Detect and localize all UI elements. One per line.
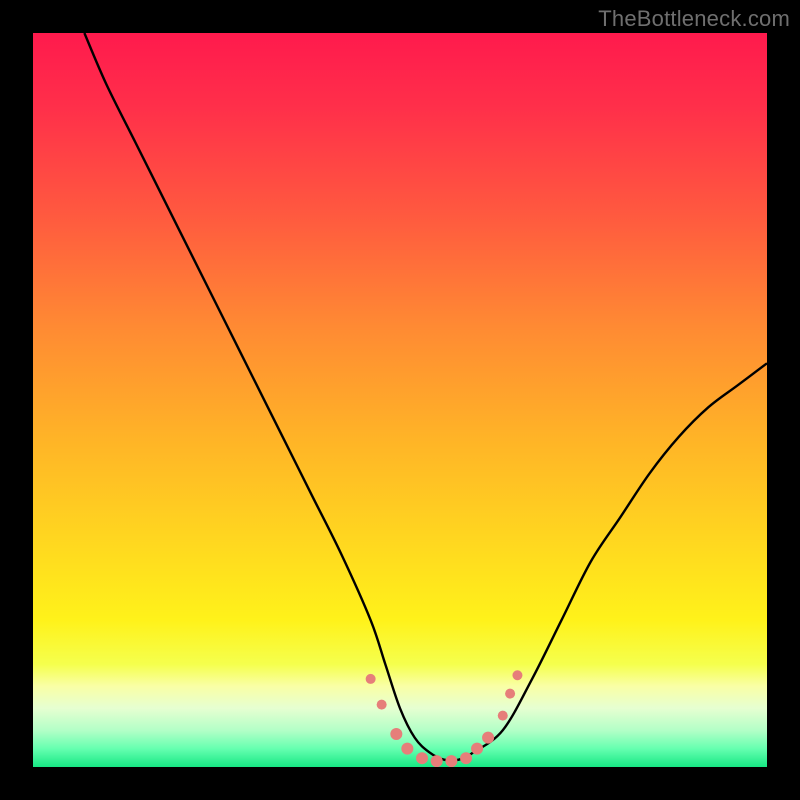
marker-dot [401,743,413,755]
marker-dot [482,732,494,744]
marker-dot [505,689,515,699]
watermark-text: TheBottleneck.com [598,6,790,32]
chart-frame: TheBottleneck.com [0,0,800,800]
marker-dot [498,711,508,721]
optimal-range-markers [33,33,767,767]
marker-dot [471,743,483,755]
plot-area [33,33,767,767]
marker-dot [416,752,428,764]
marker-dot [460,752,472,764]
marker-dot [512,670,522,680]
marker-dot [445,755,457,767]
marker-dot [390,728,402,740]
marker-dot [366,674,376,684]
marker-dot [431,755,443,767]
marker-dot [377,700,387,710]
